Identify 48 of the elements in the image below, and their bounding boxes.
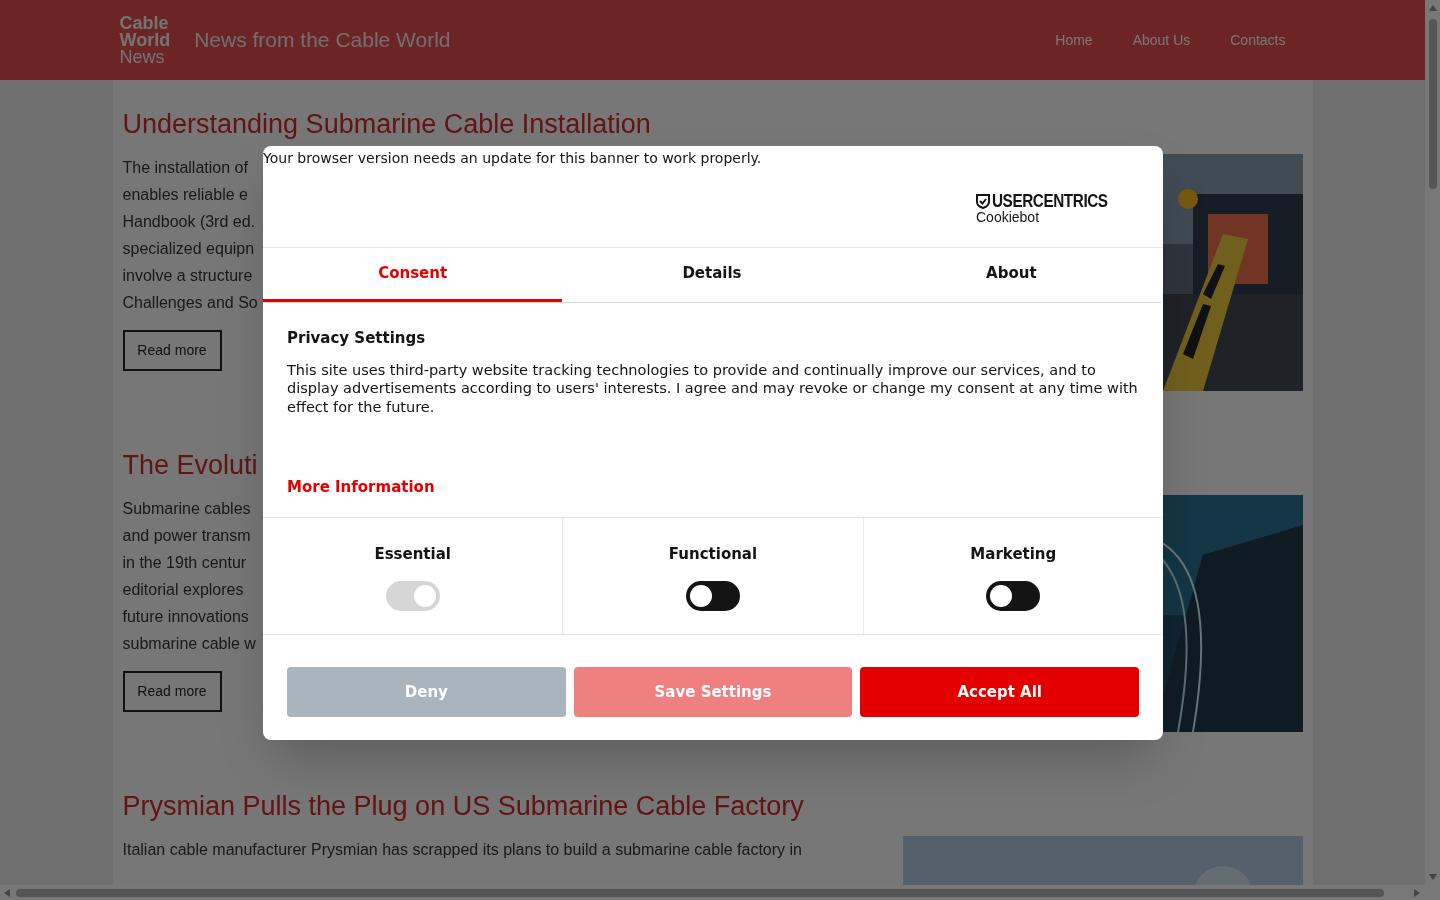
dialog-tab[interactable]: About <box>861 248 1161 302</box>
category-label: Functional <box>668 544 758 565</box>
toggle-switch[interactable] <box>686 580 740 611</box>
privacy-text: This site uses third-party website tracking technologies to provide and continually improve our services, and to display advertisements according to users' interests. I agree and may revoke or change my consent at any time with effect for the future. <box>287 360 1139 416</box>
nav-link[interactable]: About Us <box>1132 29 1191 51</box>
article-text: Handbook (3rd ed. <box>122 212 256 232</box>
article-text: and power transm <box>122 526 251 546</box>
article-text: Challenges and So <box>122 293 258 313</box>
vertical-scrollbar[interactable] <box>1425 0 1440 885</box>
dialog-tab[interactable]: Consent <box>263 248 563 302</box>
dialog-tab[interactable]: Details <box>562 248 862 302</box>
article-text: Submarine cables <box>122 499 251 519</box>
read-more-button[interactable]: Read more <box>122 671 222 712</box>
consent-button[interactable]: Save Settings <box>573 667 853 717</box>
browser-notice: Your browser version needs an update for this banner to work properly. <box>263 149 763 168</box>
article-text: specialized equipn <box>122 239 255 259</box>
consent-button[interactable]: Deny <box>287 667 566 717</box>
article-text: future innovations <box>122 607 249 627</box>
scroll-up-icon[interactable] <box>1428 5 1437 11</box>
article-title[interactable]: Understanding Submarine Cable Installation <box>122 106 651 142</box>
article-title[interactable]: Prysmian Pulls the Plug on US Submarine Cable Factory <box>122 788 804 824</box>
category-label: Essential <box>374 544 451 565</box>
scroll-left-icon[interactable] <box>4 888 10 897</box>
scroll-down-icon[interactable] <box>1428 874 1437 880</box>
scroll-thumb[interactable] <box>16 888 1384 897</box>
article-title[interactable]: The Evoluti <box>122 447 258 483</box>
article-text: involve a structure <box>122 266 253 286</box>
scroll-thumb[interactable] <box>1428 19 1437 189</box>
article-text: submarine cable w <box>122 634 256 654</box>
article-text: The installation of <box>122 158 248 178</box>
site-logo[interactable]: Cable World News <box>119 14 171 66</box>
section-heading: Privacy Settings <box>287 328 427 349</box>
more-information-link[interactable]: More Information <box>287 476 435 499</box>
category-label: Marketing <box>970 544 1057 565</box>
horizontal-scrollbar[interactable] <box>0 885 1440 900</box>
article-text: enables reliable e <box>122 185 248 205</box>
brand-logo[interactable]: USERCENTRICS Cookiebot <box>976 193 1128 225</box>
site-tagline: News from the Cable World <box>194 27 451 54</box>
read-more-button[interactable]: Read more <box>122 330 222 371</box>
nav-link[interactable]: Contacts <box>1230 29 1286 51</box>
consent-button[interactable]: Accept All <box>860 667 1139 717</box>
article-text: in the 19th centur <box>122 553 247 573</box>
article-text: editorial explores <box>122 580 244 600</box>
toggle-switch[interactable] <box>986 580 1041 611</box>
article-text: Italian cable manufacturer Prysmian has scrapped its plans to build a submarine cable factory in <box>122 840 802 860</box>
shield-check-icon <box>976 193 990 209</box>
scroll-right-icon[interactable] <box>1414 888 1420 897</box>
nav-link[interactable]: Home <box>1055 29 1093 51</box>
